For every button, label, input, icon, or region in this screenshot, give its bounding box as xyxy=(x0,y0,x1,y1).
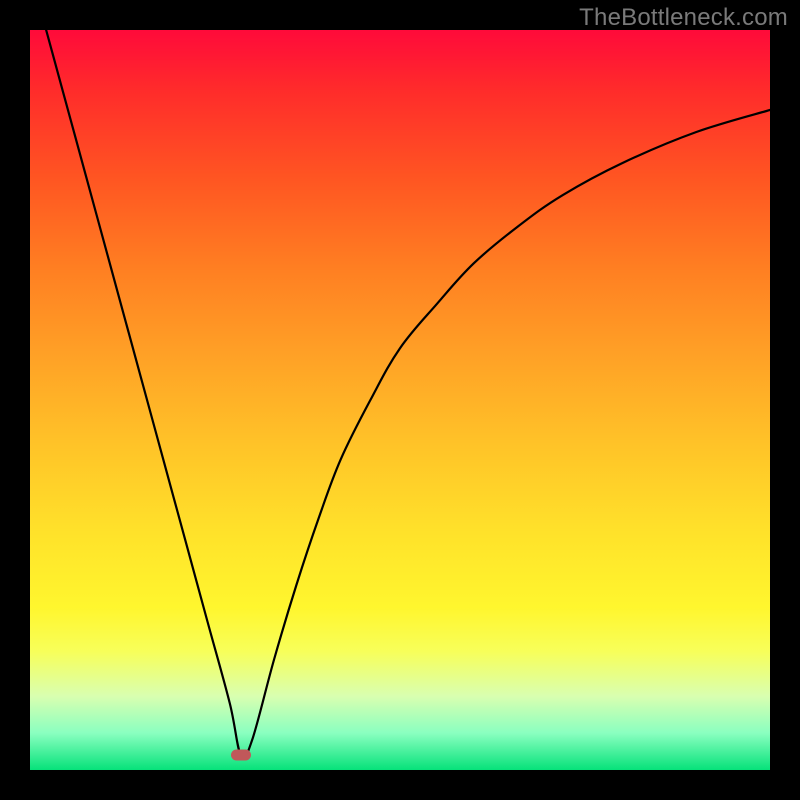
plot-area xyxy=(30,30,770,770)
curve-path xyxy=(30,30,770,758)
min-marker xyxy=(231,750,251,761)
watermark-text: TheBottleneck.com xyxy=(579,4,788,32)
bottleneck-curve xyxy=(30,30,770,770)
chart-frame: TheBottleneck.com xyxy=(0,0,800,800)
